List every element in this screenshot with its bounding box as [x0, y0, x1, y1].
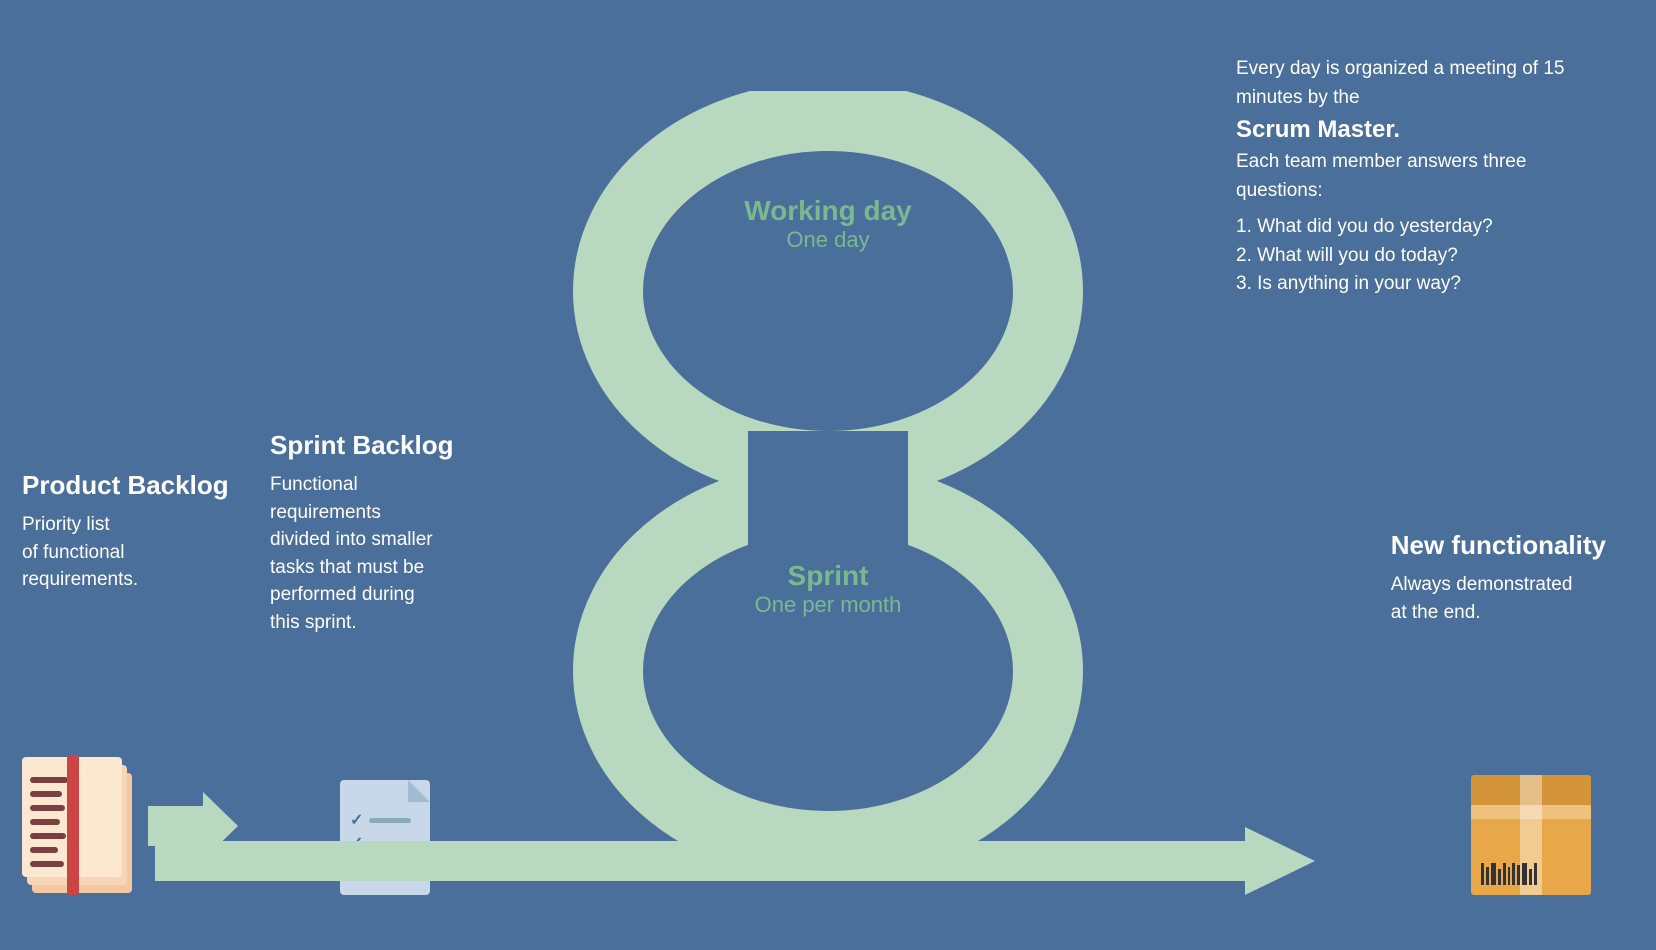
flow-arrow — [155, 827, 1315, 895]
working-day-label: Working day One day — [744, 195, 912, 253]
daily-scrum-bold: Scrum Master. — [1236, 116, 1400, 143]
product-backlog-desc: Priority listof functionalrequirements. — [22, 511, 229, 594]
daily-scrum-sub: Each team member answers three questions… — [1236, 151, 1526, 201]
product-backlog-text: Product Backlog Priority listof function… — [22, 470, 229, 594]
new-functionality-icon — [1466, 775, 1596, 895]
new-functionality-title: New functionality — [1391, 530, 1606, 561]
new-functionality-text: New functionality Always demonstratedat … — [1391, 530, 1606, 626]
daily-scrum-q2: 2. What will you do today? — [1236, 242, 1606, 271]
product-backlog-icon — [22, 755, 142, 895]
daily-scrum-info: Every day is organized a meeting of 15 m… — [1236, 55, 1606, 299]
daily-scrum-q1: 1. What did you do yesterday? — [1236, 213, 1606, 242]
product-backlog-title: Product Backlog — [22, 470, 229, 501]
sprint-backlog-title: Sprint Backlog — [270, 430, 453, 461]
sprint-label: Sprint One per month — [755, 560, 902, 618]
sprint-backlog-text: Sprint Backlog Functionalrequirementsdiv… — [270, 430, 453, 636]
new-functionality-desc: Always demonstratedat the end. — [1391, 571, 1606, 626]
sprint-backlog-desc: Functionalrequirementsdivided into small… — [270, 471, 453, 636]
daily-scrum-q3: 3. Is anything in your way? — [1236, 270, 1606, 299]
daily-scrum-intro: Every day is organized a meeting of 15 m… — [1236, 58, 1564, 108]
small-arrow-1 — [148, 792, 238, 860]
